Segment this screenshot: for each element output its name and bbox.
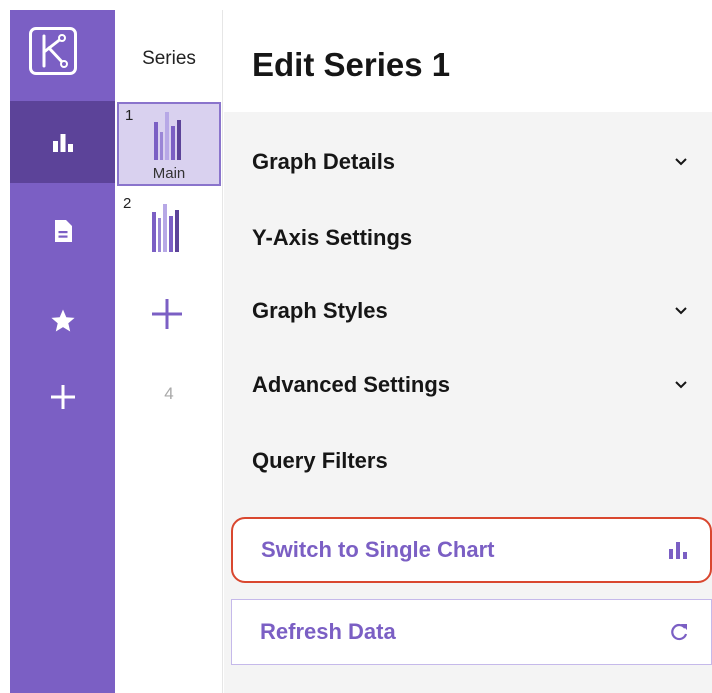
series-slot-4: 4 — [164, 384, 174, 403]
nav-item-documents[interactable] — [10, 190, 115, 272]
nav-rail — [10, 10, 115, 693]
series-number: 1 — [125, 107, 134, 124]
series-thumbnail-2[interactable]: 2 — [117, 192, 221, 276]
plus-icon — [152, 299, 182, 329]
refresh-icon — [671, 623, 688, 641]
refresh-data-button[interactable]: Refresh Data — [231, 599, 712, 665]
document-icon — [54, 220, 72, 242]
section-label: Y-Axis Settings — [252, 225, 413, 250]
switch-to-single-chart-button[interactable]: Switch to Single Chart — [231, 517, 712, 583]
plus-icon — [50, 385, 75, 409]
series-thumbnail-1[interactable]: 1 Main — [117, 102, 221, 186]
series-number: 2 — [123, 195, 132, 212]
section-label: Graph Details — [252, 149, 396, 174]
series-panel-title: Series — [142, 48, 196, 69]
series-caption: Main — [152, 165, 186, 182]
series-chart-icon — [152, 204, 179, 252]
bar-chart-icon — [52, 134, 73, 152]
section-label: Query Filters — [252, 448, 388, 473]
nav-item-charts[interactable] — [10, 101, 115, 183]
k-logo-icon[interactable] — [29, 27, 77, 75]
page-title: Edit Series 1 — [252, 46, 451, 83]
button-label: Refresh Data — [260, 619, 396, 644]
bar-chart-icon — [669, 542, 687, 559]
chevron-down-icon[interactable] — [674, 380, 688, 390]
button-label: Switch to Single Chart — [261, 537, 495, 562]
series-panel: Series 1 Main 2 4 — [115, 10, 223, 693]
section-query-filters[interactable]: Query Filters — [224, 433, 712, 489]
section-label: Graph Styles — [252, 298, 388, 323]
star-icon — [50, 309, 75, 332]
section-y-axis-settings[interactable]: Y-Axis Settings — [224, 210, 712, 266]
chevron-down-icon[interactable] — [674, 157, 688, 167]
chevron-down-icon[interactable] — [674, 306, 688, 316]
series-chart-icon — [154, 112, 181, 160]
section-advanced-settings[interactable]: Advanced Settings — [224, 357, 712, 413]
section-graph-details[interactable]: Graph Details — [224, 134, 712, 190]
add-series-button[interactable] — [145, 292, 189, 336]
editor-panel: Edit Series 1 Graph Details Y-Axis Setti… — [224, 0, 712, 693]
section-label: Advanced Settings — [252, 372, 451, 397]
section-graph-styles[interactable]: Graph Styles — [224, 283, 712, 339]
nav-item-favorites[interactable] — [10, 280, 115, 362]
nav-item-add[interactable] — [10, 356, 115, 438]
